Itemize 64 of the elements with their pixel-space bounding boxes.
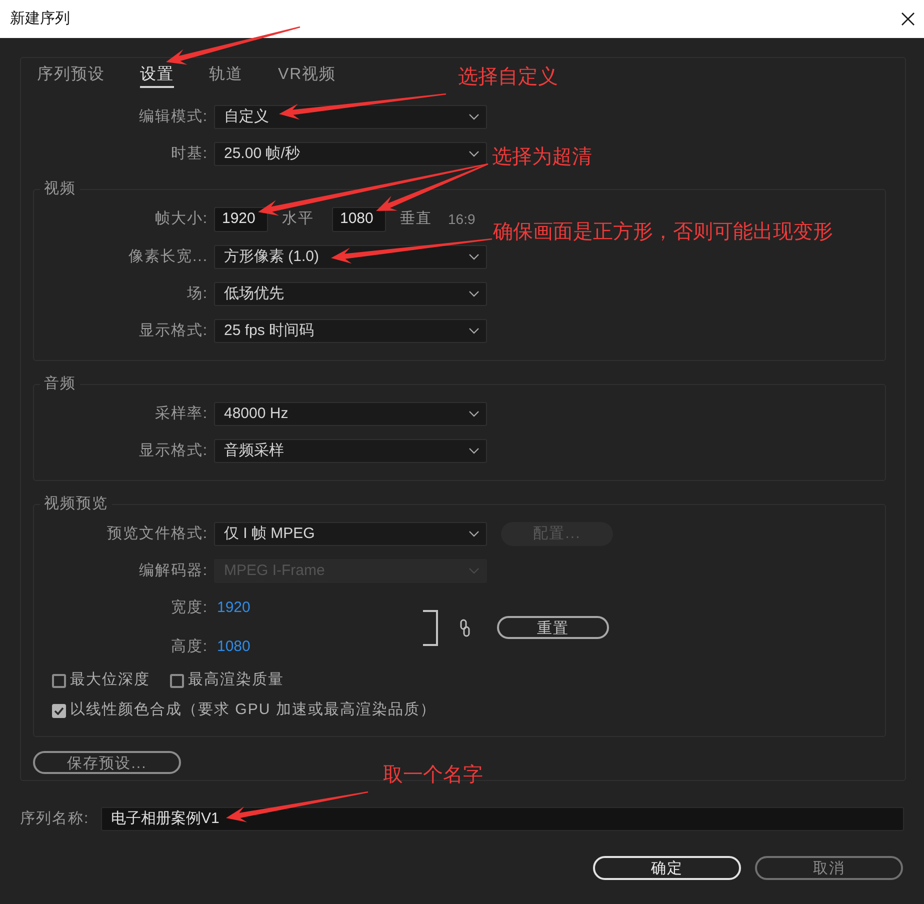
checkbox[interactable] xyxy=(170,674,184,688)
dropdown[interactable]: 方形像素 (1.0) xyxy=(214,245,487,269)
bracket-icon xyxy=(423,610,438,646)
dropdown[interactable]: 25 fps 时间码 xyxy=(214,319,487,343)
checkbox-label: 最大位深度 xyxy=(70,670,150,690)
dimension-value: 1080 xyxy=(217,636,250,657)
chevron-down-icon xyxy=(469,448,479,454)
dimension-value: 1920 xyxy=(217,598,250,618)
group-title: 音频 xyxy=(44,375,76,392)
checkmark-icon xyxy=(54,706,64,714)
checkbox-label: 最高渲染质量 xyxy=(188,670,284,690)
chevron-down-icon xyxy=(469,411,479,417)
annotation-label: 选择自定义 xyxy=(458,65,558,89)
group-title: 视频 xyxy=(44,180,76,197)
tab[interactable]: 轨道 xyxy=(209,64,243,88)
chevron-down-icon xyxy=(469,291,479,297)
dropdown[interactable]: 48000 Hz xyxy=(214,402,487,426)
dropdown[interactable]: 仅 I 帧 MPEG xyxy=(214,522,487,546)
checkbox[interactable] xyxy=(52,704,66,718)
field-label: 像素长宽... xyxy=(128,246,208,267)
field-label: 宽度: xyxy=(170,598,208,618)
group-title: 视频预览 xyxy=(44,495,108,512)
window-title: 新建序列 xyxy=(10,8,70,29)
field-label: 显示格式: xyxy=(138,440,208,461)
number-field[interactable]: 1920 xyxy=(214,207,268,232)
field-label: 编辑模式: xyxy=(138,106,208,127)
chevron-down-icon xyxy=(469,151,479,157)
tab[interactable]: VR视频 xyxy=(278,64,336,88)
chevron-down-icon xyxy=(469,328,479,334)
field-label: 高度: xyxy=(170,636,208,657)
number-field[interactable]: 1080 xyxy=(332,207,386,232)
checkbox[interactable] xyxy=(52,674,66,688)
field-label: 编解码器: xyxy=(138,560,208,581)
chevron-down-icon xyxy=(469,114,479,120)
annotation-label: 选择为超清 xyxy=(492,145,592,169)
tab[interactable]: 序列预设 xyxy=(37,64,105,88)
tab[interactable]: 设置 xyxy=(140,64,174,88)
link-icon[interactable] xyxy=(460,618,470,636)
field-label: 采样率: xyxy=(154,404,208,424)
close-icon[interactable] xyxy=(901,12,915,26)
annotation-label: 取一个名字 xyxy=(383,763,483,787)
reset-button[interactable]: 重置 xyxy=(497,616,609,639)
unit-label: 垂直 xyxy=(400,209,432,230)
field-label: 场: xyxy=(186,284,208,304)
field-label: 序列名称: xyxy=(20,810,90,827)
cancel-button[interactable]: 取消 xyxy=(755,856,903,880)
confirm-button[interactable]: 确定 xyxy=(593,856,741,880)
field-label: 显示格式: xyxy=(138,320,208,341)
aspect-ratio-text: 16:9 xyxy=(448,210,476,229)
dropdown[interactable]: 音频采样 xyxy=(214,439,487,463)
field-label: 帧大小: xyxy=(154,209,208,230)
chevron-down-icon xyxy=(469,254,479,260)
chevron-down-icon xyxy=(469,568,479,574)
dropdown[interactable]: 低场优先 xyxy=(214,282,487,306)
annotation-label: 确保画面是正方形，否则可能出现变形 xyxy=(493,220,833,244)
field-label: 时基: xyxy=(170,144,208,164)
checkbox-label: 以线性颜色合成（要求 GPU 加速或最高渲染品质） xyxy=(70,700,436,720)
save-preset-button[interactable]: 保存预设... xyxy=(33,751,181,774)
unit-label: 水平 xyxy=(282,209,314,230)
field-label: 预览文件格式: xyxy=(106,524,208,544)
dropdown[interactable]: 自定义 xyxy=(214,105,487,129)
name-field[interactable]: 电子相册案例V1 xyxy=(101,807,904,831)
chevron-down-icon xyxy=(469,531,479,537)
dropdown[interactable]: 25.00 帧/秒 xyxy=(214,142,487,166)
